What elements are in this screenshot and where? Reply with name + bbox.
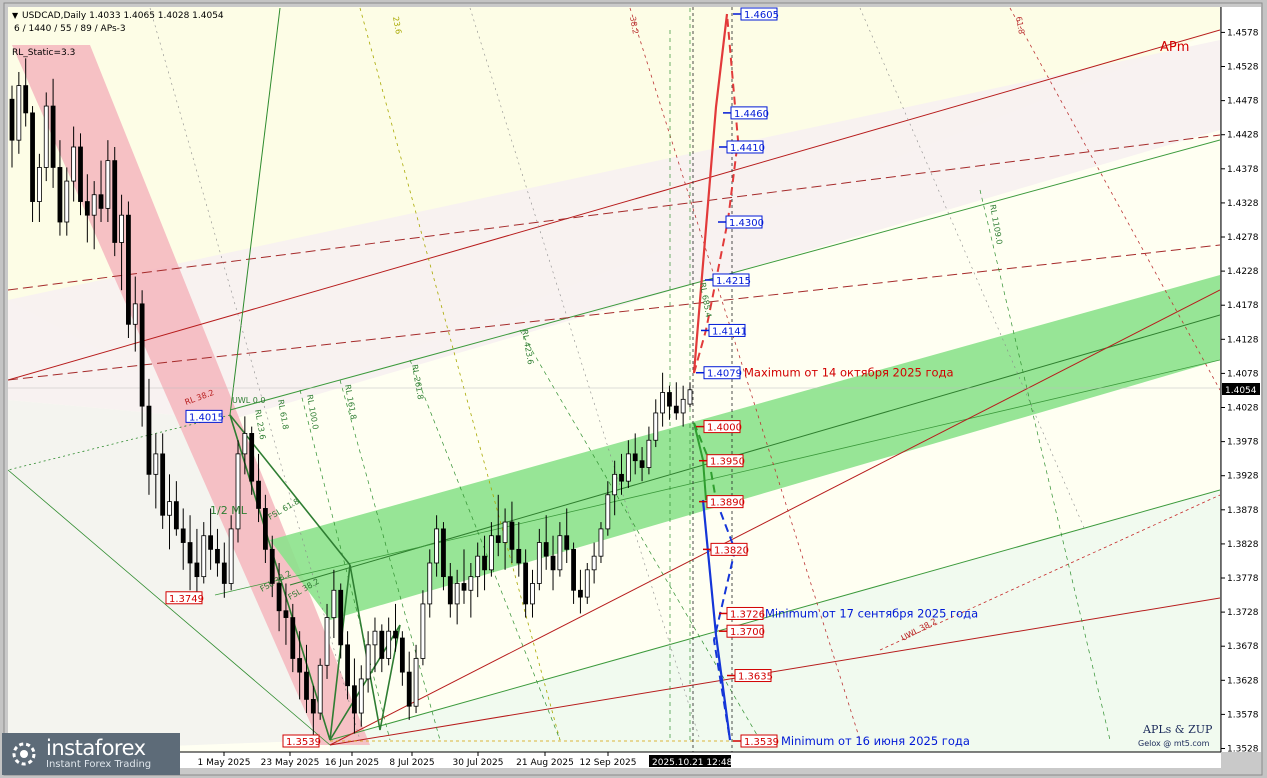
credits-line2: Gelox @ mt5.com xyxy=(1138,739,1210,748)
static-line: RL_Static=3.3 xyxy=(12,48,75,58)
chart-dropdown-icon[interactable]: ▼ xyxy=(12,11,19,20)
svg-text:1.4300: 1.4300 xyxy=(729,218,764,229)
instaforex-logo-icon xyxy=(12,742,36,766)
candle xyxy=(43,92,49,182)
price-tick-label: 1.4328 xyxy=(1227,199,1259,209)
credits-line1: APLs & ZUP xyxy=(1142,723,1213,736)
apm-label: APm xyxy=(1160,40,1189,55)
left-label-1-3749: 1.3749 xyxy=(165,591,204,605)
price-tick-label: 1.3778 xyxy=(1227,574,1259,584)
price-tick-label: 1.4578 xyxy=(1227,28,1259,38)
watermark-brand: instaforex xyxy=(46,736,146,760)
symbol-line: USDCAD,Daily 1.4033 1.4065 1.4028 1.4054 xyxy=(22,11,224,21)
svg-text:1.4410: 1.4410 xyxy=(730,143,765,154)
left-label-1-4015: 1.4015 xyxy=(185,409,224,423)
svg-text:1.4605: 1.4605 xyxy=(744,10,779,21)
price-tick-label: 1.3978 xyxy=(1227,438,1259,448)
svg-text:1.3820: 1.3820 xyxy=(714,545,749,556)
annotation-text: Maximum от 14 октября 2025 года xyxy=(744,366,954,380)
svg-text:1.3539: 1.3539 xyxy=(744,737,779,748)
svg-text:1.3726: 1.3726 xyxy=(730,609,765,620)
svg-text:1.3749: 1.3749 xyxy=(169,594,204,605)
time-tick-label: 30 Jul 2025 xyxy=(453,758,504,768)
chart-canvas[interactable]: 1/2 MLUWL 38.2FSL 38.2RL 100.0 RL 161.8RL… xyxy=(0,0,1267,778)
svg-text:1.4460: 1.4460 xyxy=(734,109,769,120)
chart-window: 1/2 ML UWL 38.2 FSL 38.2 RL 100.0 RL 161.8 RL… xyxy=(0,0,1267,778)
candle xyxy=(139,290,145,427)
annotation-text: Minimum от 17 сентября 2025 года xyxy=(765,606,978,620)
svg-text:1.4141: 1.4141 xyxy=(712,326,747,337)
svg-text:1.3700: 1.3700 xyxy=(730,627,765,638)
time-tick-label: 21 Aug 2025 xyxy=(516,758,574,768)
price-tick-label: 1.3928 xyxy=(1227,472,1259,482)
svg-text:1.4215: 1.4215 xyxy=(716,276,751,287)
settings-line: 6 / 1440 / 55 / 89 / APs-3 xyxy=(14,24,126,34)
price-tick-label: 1.4078 xyxy=(1227,369,1259,379)
price-axis xyxy=(1221,7,1261,752)
candle xyxy=(235,440,241,543)
price-tick-label: 1.3678 xyxy=(1227,642,1259,652)
left-label-1-3539: 1.3539 xyxy=(282,734,321,748)
svg-text:1.3950: 1.3950 xyxy=(710,457,745,468)
price-tick-label: 1.3528 xyxy=(1227,745,1259,755)
price-tick-label: 1.3578 xyxy=(1227,710,1259,720)
instaforex-watermark: instaforex Instant Forex Trading xyxy=(2,733,180,775)
fork-line-label: UWL 0.0 xyxy=(232,396,266,405)
svg-text:1.3635: 1.3635 xyxy=(738,672,773,683)
price-tick-label: 1.3728 xyxy=(1227,608,1259,618)
time-marker-label: 2025.10.21 12:48 xyxy=(652,758,733,768)
price-tick-label: 1.4528 xyxy=(1227,63,1259,73)
price-tick-label: 1.4428 xyxy=(1227,131,1259,141)
price-tick-label: 1.4028 xyxy=(1227,404,1259,414)
candle xyxy=(126,201,131,338)
price-tick-label: 1.4378 xyxy=(1227,165,1259,175)
svg-text:1.4000: 1.4000 xyxy=(707,423,742,434)
svg-text:1.3890: 1.3890 xyxy=(710,498,745,509)
time-tick-label: 16 Jun 2025 xyxy=(325,758,379,768)
price-tick-label: 1.4128 xyxy=(1227,335,1259,345)
svg-text:1.4079: 1.4079 xyxy=(707,369,742,380)
annotation-text: Minimum от 16 июня 2025 года xyxy=(781,734,970,748)
price-tick-label: 1.3628 xyxy=(1227,676,1259,686)
time-tick-label: 23 May 2025 xyxy=(261,758,320,768)
price-tick-label: 1.4228 xyxy=(1227,267,1259,277)
price-tick-label: 1.3828 xyxy=(1227,540,1259,550)
price-tick-label: 1.4478 xyxy=(1227,97,1259,107)
fork-line-label: 1/2 ML xyxy=(210,504,248,517)
price-tick-label: 1.3878 xyxy=(1227,506,1259,516)
watermark-tagline: Instant Forex Trading xyxy=(46,759,152,770)
price-tick-label: 1.4178 xyxy=(1227,301,1259,311)
time-tick-label: 12 Sep 2025 xyxy=(579,758,636,768)
candle xyxy=(112,146,118,257)
time-tick-label: 8 Jul 2025 xyxy=(389,758,434,768)
price-tick-label: 1.4278 xyxy=(1227,233,1259,243)
svg-text:1.3539: 1.3539 xyxy=(286,737,321,748)
candle xyxy=(317,658,323,720)
time-tick-label: 1 May 2025 xyxy=(198,758,251,768)
svg-text:1.4015: 1.4015 xyxy=(189,412,224,423)
current-price-label: 1.4054 xyxy=(1225,386,1257,396)
